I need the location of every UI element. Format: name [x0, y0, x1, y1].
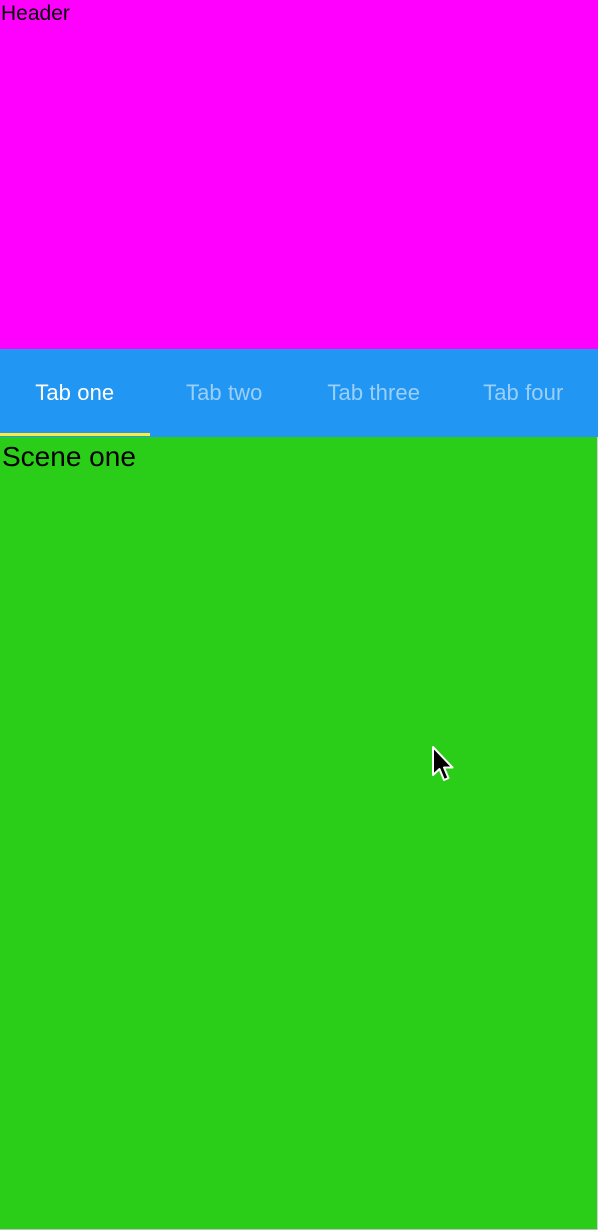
tab-three[interactable]: Tab three — [299, 349, 449, 437]
tab-two[interactable]: Tab two — [150, 349, 300, 437]
scene-title: Scene one — [2, 441, 136, 472]
tab-one[interactable]: Tab one — [0, 349, 150, 437]
tab-one-label: Tab one — [35, 380, 115, 405]
tab-two-label: Tab two — [185, 380, 263, 405]
tab-four-label: Tab four — [483, 380, 564, 405]
header-title: Header — [1, 2, 70, 25]
scene-content[interactable]: Scene one — [0, 437, 598, 1230]
tab-four[interactable]: Tab four — [449, 349, 598, 437]
app-screen: Header Tab one Tab two Tab three Tab fou… — [0, 0, 598, 1232]
tab-three-label: Tab three — [327, 380, 421, 405]
active-tab-indicator — [0, 433, 150, 436]
tab-bar: Tab one Tab two Tab three Tab four — [0, 349, 598, 437]
header: Header — [0, 0, 598, 349]
arrow-pointer-icon — [432, 746, 454, 781]
